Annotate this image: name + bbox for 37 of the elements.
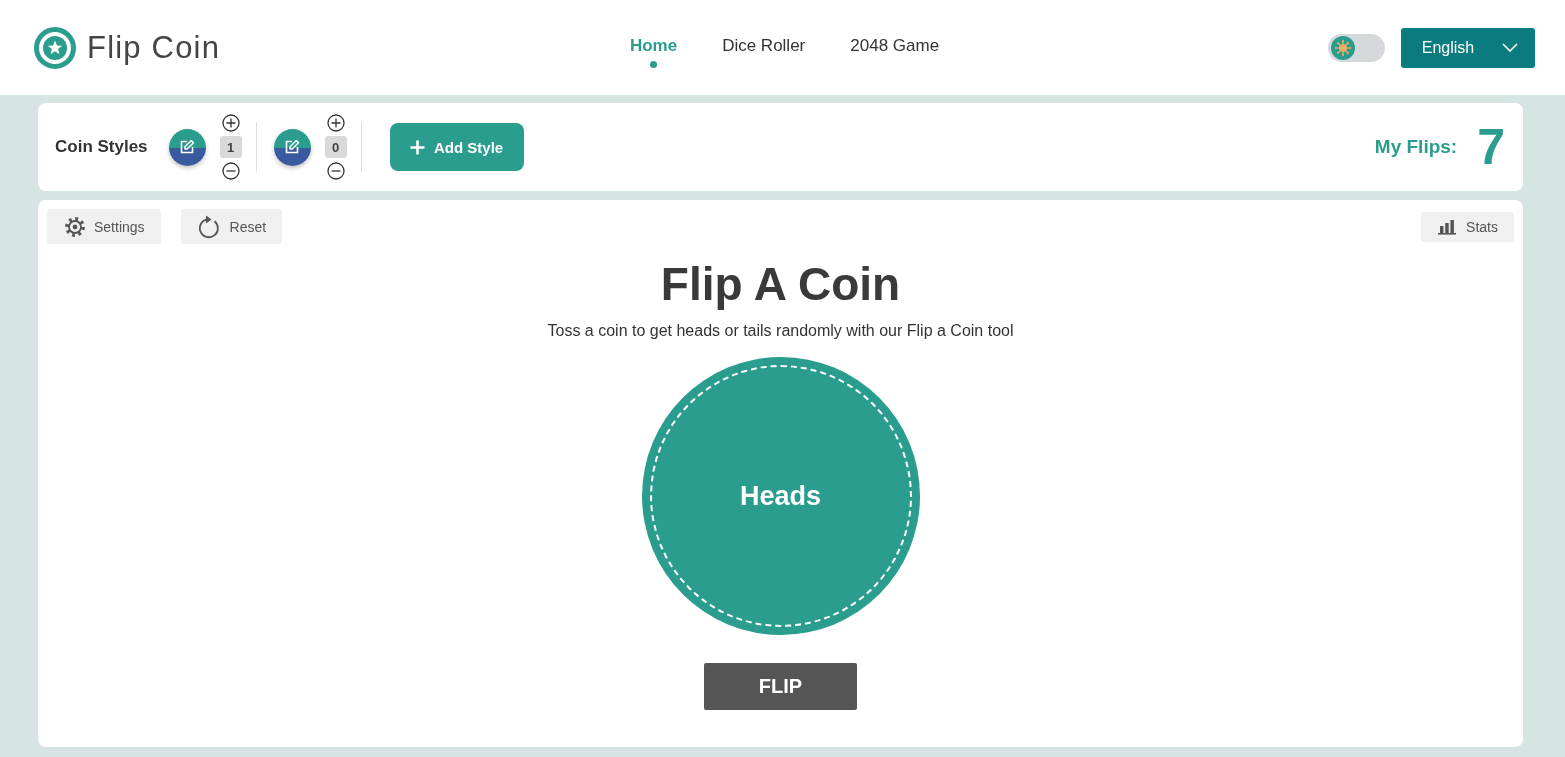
settings-button[interactable]: Settings [47, 209, 161, 244]
nav-link[interactable]: Dice Roller [722, 36, 806, 56]
decrease-button[interactable] [221, 162, 240, 180]
logo-text: Flip Coin [87, 29, 221, 66]
style-count: 0 [324, 136, 347, 158]
star-coin-icon [34, 26, 76, 69]
reset-button[interactable]: Reset [180, 209, 283, 244]
edit-icon [179, 139, 196, 155]
styles-label: Coin Styles [55, 137, 148, 157]
active-dot-icon [650, 61, 657, 68]
bar-chart-icon [1438, 219, 1457, 235]
flip-button[interactable]: FLIP [704, 663, 857, 710]
minus-circle-icon [326, 162, 345, 180]
coin-face-label: Heads [739, 480, 821, 512]
style-count: 1 [219, 136, 242, 158]
plus-circle-icon [326, 114, 345, 132]
language-dropdown[interactable]: English [1401, 27, 1535, 68]
circular-arrow-icon [198, 214, 221, 239]
nav-link[interactable]: 2048 Game [850, 36, 940, 56]
theme-toggle[interactable] [1328, 33, 1385, 62]
sun-icon [1331, 35, 1355, 60]
chevron-down-icon [1502, 43, 1519, 52]
page-title: Flip A Coin [660, 258, 901, 311]
minus-circle-icon [221, 162, 240, 180]
increase-button[interactable] [221, 114, 240, 132]
flips-label: My Flips: [1374, 136, 1458, 158]
coin-style-button[interactable] [168, 128, 206, 166]
decrease-button[interactable] [326, 162, 345, 180]
stats-button[interactable]: Stats [1421, 212, 1514, 242]
plus-circle-icon [221, 114, 240, 132]
flips-count: 7 [1477, 122, 1505, 172]
edit-icon [284, 139, 301, 155]
page-subtitle: Toss a coin to get heads or tails randomly with our Flip a Coin tool [547, 321, 1014, 341]
coin-style-button[interactable] [273, 128, 311, 166]
settings-icon [65, 216, 85, 237]
increase-button[interactable] [326, 114, 345, 132]
plus-icon [410, 139, 425, 155]
